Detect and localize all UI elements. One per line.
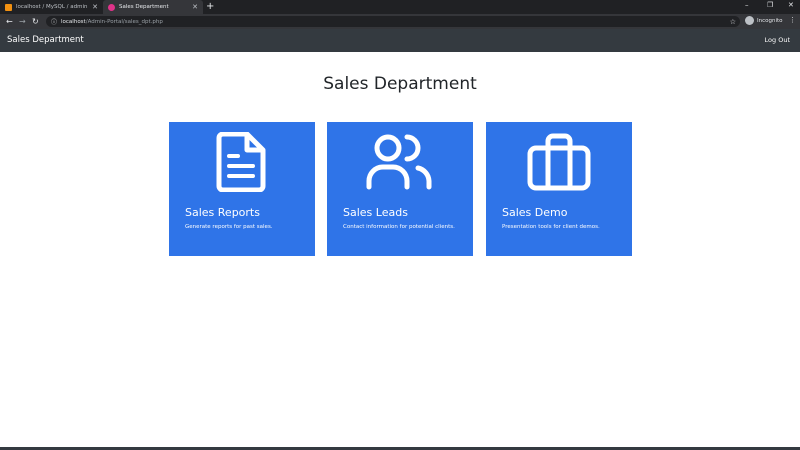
url-path: /Admin-Portal/sales_dpt.php (85, 18, 163, 25)
reload-icon[interactable]: ↻ (32, 16, 39, 27)
card-title: Sales Reports (185, 206, 260, 219)
browser-menu-icon[interactable]: ⋮ (789, 16, 796, 24)
page-title: Sales Department (323, 74, 477, 94)
card-description: Presentation tools for client demos. (502, 224, 600, 230)
tab-close-icon[interactable]: ✕ (192, 3, 198, 11)
logout-link[interactable]: Log Out (765, 29, 790, 52)
navbar-brand[interactable]: Sales Department (7, 29, 84, 52)
mysql-favicon-icon (5, 3, 12, 11)
card-title: Sales Demo (502, 206, 568, 219)
sales-leads-card[interactable]: Sales Leads Contact information for pote… (327, 122, 473, 256)
site-navbar: Sales Department Log Out (0, 29, 800, 52)
minimize-icon[interactable]: – (745, 1, 749, 9)
tab-title: localhost / MySQL / admin / user (16, 4, 89, 10)
tab-close-icon[interactable]: ✕ (92, 3, 98, 11)
incognito-profile[interactable]: Incognito (745, 16, 783, 25)
browser-tab-mysql[interactable]: localhost / MySQL / admin / user ✕ (0, 0, 103, 14)
new-tab-button[interactable]: + (206, 1, 214, 13)
incognito-label: Incognito (757, 17, 783, 24)
restore-icon[interactable]: ❐ (767, 1, 773, 9)
site-info-icon[interactable]: ⓘ (51, 17, 57, 26)
close-window-icon[interactable]: ✕ (788, 1, 794, 9)
card-description: Contact information for potential client… (343, 224, 455, 230)
briefcase-icon (486, 132, 632, 192)
card-description: Generate reports for past sales. (185, 224, 273, 230)
card-title: Sales Leads (343, 206, 408, 219)
users-icon (327, 132, 473, 192)
address-bar[interactable]: ⓘ localhost /Admin-Portal/sales_dpt.php … (46, 16, 740, 27)
tab-title: Sales Department (119, 4, 169, 10)
browser-toolbar: ← → ↻ ⓘ localhost /Admin-Portal/sales_dp… (0, 14, 800, 29)
bookmark-star-icon[interactable]: ☆ (730, 18, 736, 26)
browser-tab-sales[interactable]: Sales Department ✕ (103, 0, 203, 14)
sales-demo-card[interactable]: Sales Demo Presentation tools for client… (486, 122, 632, 256)
incognito-avatar-icon (745, 16, 754, 25)
forward-icon[interactable]: → (19, 16, 26, 27)
browser-tab-strip: localhost / MySQL / admin / user ✕ Sales… (0, 0, 800, 14)
sales-reports-card[interactable]: Sales Reports Generate reports for past … (169, 122, 315, 256)
url-host: localhost (61, 18, 86, 25)
document-icon (169, 132, 315, 192)
site-favicon-icon (108, 3, 115, 11)
back-icon[interactable]: ← (6, 16, 13, 27)
